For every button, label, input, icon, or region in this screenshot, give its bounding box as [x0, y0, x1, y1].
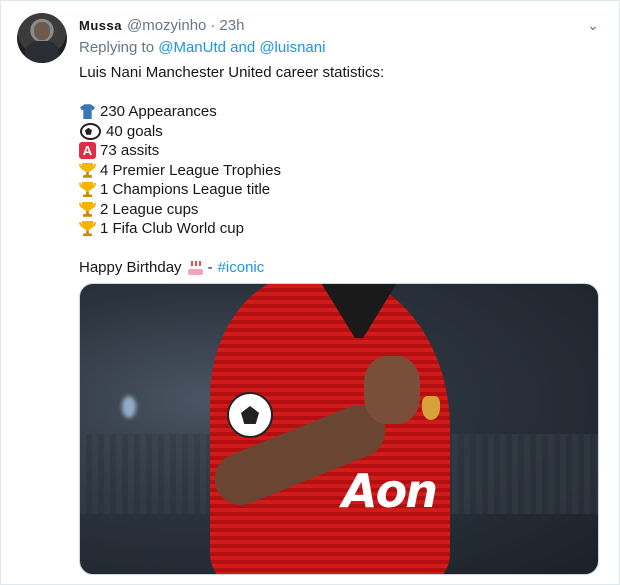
- reply-mentions[interactable]: @ManUtd and @luisnani: [158, 39, 325, 56]
- stat-line: 2 League cups: [79, 200, 599, 220]
- user-handle[interactable]: @mozyinho: [127, 17, 206, 34]
- hashtag-link[interactable]: #iconic: [218, 258, 265, 278]
- replying-to: Replying to @ManUtd and @luisnani: [79, 39, 325, 56]
- stat-line: 40 goals: [79, 122, 599, 142]
- stat-line: A 73 assits: [79, 141, 599, 161]
- separator-dot: ·: [210, 16, 216, 34]
- stat-line: 4 Premier League Trophies: [79, 161, 599, 181]
- stat-text: 73 assits: [100, 142, 160, 159]
- avatar-face: [34, 22, 50, 40]
- tweet-card[interactable]: Mussa @mozyinho · 23h ⌄ Replying to @Man…: [0, 0, 620, 585]
- club-crest-icon: [422, 396, 440, 420]
- letter-a-icon: A: [79, 142, 96, 160]
- stat-text: 230 Appearances: [100, 103, 217, 120]
- trophy-icon: [79, 201, 96, 218]
- trophy-icon: [79, 220, 96, 237]
- avatar[interactable]: [17, 13, 67, 63]
- reply-prefix: Replying to: [79, 39, 155, 56]
- stat-text: 1 Champions League title: [100, 181, 271, 198]
- display-name[interactable]: Mussa: [79, 18, 122, 33]
- player-fist: [364, 356, 420, 424]
- tweet-photo[interactable]: Aon: [79, 283, 599, 575]
- soccer-ball-icon: [80, 122, 101, 140]
- closing-line: Happy Birthday - #iconic: [79, 258, 599, 278]
- tweet-intro: Luis Nani Manchester United career stati…: [79, 63, 599, 83]
- stat-line: 230 Appearances: [79, 102, 599, 122]
- stat-text: 4 Premier League Trophies: [100, 161, 281, 179]
- stat-text: 1 Fifa Club World cup: [100, 220, 244, 237]
- tweet-text: Luis Nani Manchester United career stati…: [79, 63, 599, 278]
- tweet-header: Mussa @mozyinho · 23h: [79, 15, 244, 35]
- intro-text: Luis Nani Manchester United career stati…: [79, 64, 385, 81]
- birthday-cake-icon: [187, 259, 204, 276]
- champions-league-badge-icon: [227, 392, 273, 438]
- shirt-sponsor-text: Aon: [342, 464, 438, 518]
- closing-separator: -: [207, 259, 213, 276]
- stat-text: 40 goals: [106, 122, 163, 140]
- trophy-icon: [79, 162, 96, 179]
- chevron-down-icon[interactable]: ⌄: [585, 17, 601, 33]
- stat-line: 1 Fifa Club World cup: [79, 219, 599, 239]
- stat-line: 1 Champions League title: [79, 180, 599, 200]
- stadium-light: [122, 396, 136, 418]
- timestamp[interactable]: 23h: [219, 17, 244, 34]
- avatar-body: [25, 41, 59, 63]
- shirt-icon: [79, 103, 96, 120]
- stat-text: 2 League cups: [100, 200, 199, 218]
- trophy-icon: [79, 181, 96, 198]
- closing-text: Happy Birthday: [79, 259, 182, 276]
